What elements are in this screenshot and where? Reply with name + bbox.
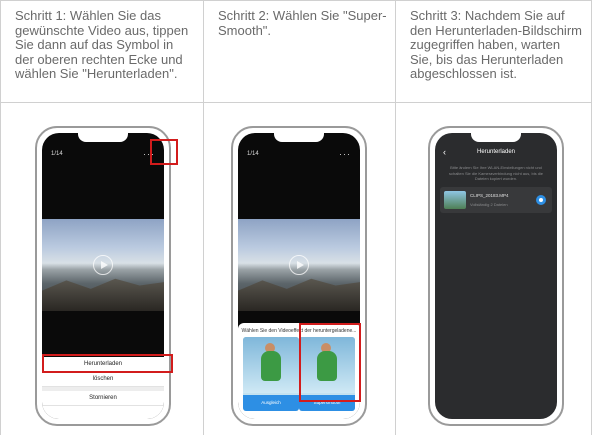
instruction-table: Schritt 1: Wählen Sie das gewünschte Vid… — [0, 0, 592, 435]
step-1-text: Schritt 1: Wählen Sie das gewünschte Vid… — [15, 8, 189, 81]
phone-notch — [274, 133, 324, 142]
video-rock-shape — [42, 278, 164, 311]
phone-notch — [78, 133, 128, 142]
download-header: ‹ Herunterladen — [435, 145, 557, 159]
step-1-cell: Schritt 1: Wählen Sie das gewünschte Vid… — [0, 1, 203, 102]
cancel-option[interactable]: Stornieren — [42, 391, 164, 406]
file-status: Vollständig 2 Dateien — [470, 202, 508, 207]
phone-frame: ‹ Herunterladen Bitte ändern Sie Ihre WL… — [428, 126, 564, 426]
step-2-screenshot-cell: 1/14 ··· Wählen Sie den Videoeffekt der … — [203, 103, 395, 435]
normal-effect-button[interactable]: Ausgleich — [243, 395, 299, 411]
back-arrow-icon[interactable]: ‹ — [443, 145, 446, 159]
download-info-text: Bitte ändern Sie Ihre WLAN-Einstellungen… — [448, 165, 544, 181]
instruction-row: Schritt 1: Wählen Sie das gewünschte Vid… — [0, 0, 592, 103]
more-icon-highlight — [150, 139, 178, 165]
download-file-row[interactable]: CLIPS_20183.MP4 Vollständig 2 Dateien — [440, 187, 552, 213]
video-rock-shape — [238, 278, 360, 311]
video-preview[interactable] — [238, 219, 360, 311]
phone-screen: 1/14 ··· Herunterladen löschen Storniere… — [42, 133, 164, 419]
download-title: Herunterladen — [476, 149, 516, 155]
video-counter: 1/14 — [51, 151, 63, 157]
normal-effect-card[interactable]: Ausgleich — [243, 337, 299, 411]
video-preview[interactable] — [42, 219, 164, 311]
supersmooth-highlight — [299, 323, 361, 402]
person-figure — [261, 351, 281, 381]
step-1-screenshot-cell: 1/14 ··· Herunterladen löschen Storniere… — [0, 103, 203, 435]
video-topbar: 1/14 ··· — [42, 149, 164, 161]
more-dots-icon[interactable]: ··· — [339, 149, 351, 159]
file-name: CLIPS_20183.MP4 — [470, 193, 509, 198]
step-2-text: Schritt 2: Wählen Sie "Super-Smooth". — [218, 8, 387, 38]
video-topbar: 1/14 ··· — [238, 149, 360, 161]
download-highlight — [42, 354, 173, 373]
file-select-radio[interactable] — [536, 195, 546, 205]
play-icon[interactable] — [289, 255, 309, 275]
phone-notch — [471, 133, 521, 142]
phone-screen: ‹ Herunterladen Bitte ändern Sie Ihre WL… — [435, 133, 557, 419]
step-3-text: Schritt 3: Nachdem Sie auf den Herunterl… — [410, 8, 582, 81]
video-counter: 1/14 — [247, 151, 259, 157]
file-thumbnail — [444, 191, 466, 209]
step-3-cell: Schritt 3: Nachdem Sie auf den Herunterl… — [395, 1, 592, 102]
step-3-screenshot-cell: ‹ Herunterladen Bitte ändern Sie Ihre WL… — [395, 103, 592, 435]
delete-option[interactable]: löschen — [42, 372, 164, 387]
step-2-cell: Schritt 2: Wählen Sie "Super-Smooth". — [203, 1, 395, 102]
phone-frame: 1/14 ··· Herunterladen löschen Storniere… — [35, 126, 171, 426]
screenshot-row: 1/14 ··· Herunterladen löschen Storniere… — [0, 103, 592, 435]
play-icon[interactable] — [93, 255, 113, 275]
